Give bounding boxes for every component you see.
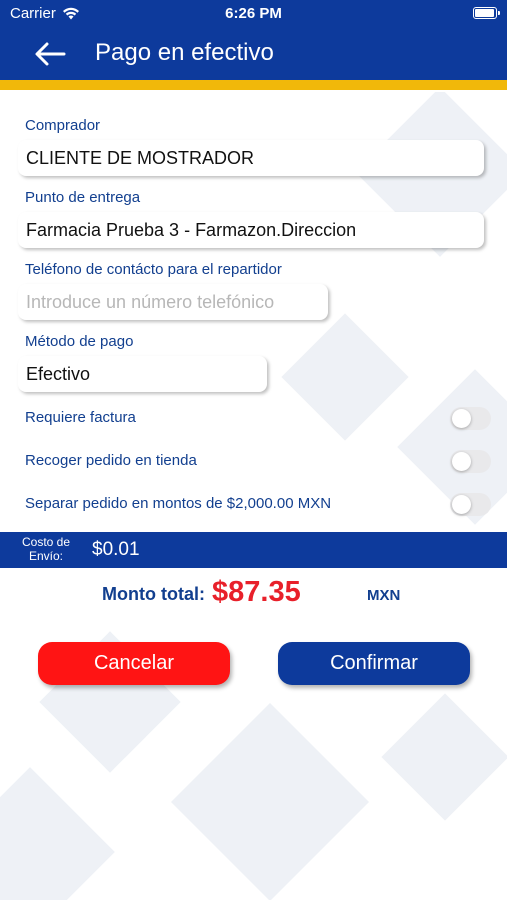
- switch-knob: [452, 409, 471, 428]
- arrow-left-icon: [35, 42, 66, 66]
- invoice-switch[interactable]: [450, 407, 491, 430]
- shipping-cost-label: Costo de Envío:: [21, 535, 71, 563]
- buyer-field[interactable]: CLIENTE DE MOSTRADOR: [18, 140, 484, 176]
- switch-knob: [452, 495, 471, 514]
- shipping-cost-value: $0.01: [92, 539, 140, 560]
- payment-method-value: Efectivo: [26, 363, 91, 384]
- phone-label: Teléfono de contácto para el repartidor: [25, 261, 282, 278]
- back-button[interactable]: [32, 38, 72, 70]
- pickup-toggle-row: Recoger pedido en tienda: [0, 447, 507, 477]
- total-amount-row: Monto total: $87.35 MXN: [0, 572, 507, 616]
- split-order-switch[interactable]: [450, 493, 491, 516]
- delivery-point-field[interactable]: Farmacia Prueba 3 - Farmazon.Direccion: [18, 212, 484, 248]
- page-title: Pago en efectivo: [95, 39, 274, 66]
- total-value: $87.35: [212, 576, 301, 608]
- invoice-label: Requiere factura: [25, 409, 136, 426]
- payment-method-select[interactable]: Efectivo: [18, 356, 267, 392]
- battery-level: [475, 9, 494, 17]
- battery-icon: [473, 7, 500, 19]
- switch-knob: [452, 452, 471, 471]
- pickup-switch[interactable]: [450, 450, 491, 473]
- status-bar: Carrier 6:26 PM: [0, 0, 507, 28]
- confirm-button[interactable]: Confirmar: [278, 642, 470, 685]
- payment-method-label: Método de pago: [25, 333, 134, 350]
- delivery-point-value: Farmacia Prueba 3 - Farmazon.Direccion: [26, 219, 357, 240]
- navigation-bar: Pago en efectivo: [0, 28, 507, 80]
- clock: 6:26 PM: [225, 5, 282, 22]
- cancel-button[interactable]: Cancelar: [38, 642, 230, 685]
- delivery-label: Punto de entrega: [25, 189, 141, 206]
- total-currency: MXN: [367, 587, 401, 604]
- pickup-label: Recoger pedido en tienda: [25, 452, 197, 469]
- split-order-toggle-row: Separar pedido en montos de $2,000.00 MX…: [0, 490, 507, 520]
- shipping-cost-bar: Costo de Envío: $0.01: [0, 532, 507, 568]
- phone-input[interactable]: Introduce un número telefónico: [18, 284, 328, 320]
- phone-placeholder: Introduce un número telefónico: [26, 291, 275, 312]
- header-accent-line: [0, 80, 507, 90]
- total-label: Monto total:: [102, 584, 205, 604]
- buyer-label: Comprador: [25, 117, 101, 134]
- buyer-value: CLIENTE DE MOSTRADOR: [26, 147, 255, 168]
- invoice-toggle-row: Requiere factura: [0, 404, 507, 434]
- split-order-label: Separar pedido en montos de $2,000.00 MX…: [25, 495, 332, 512]
